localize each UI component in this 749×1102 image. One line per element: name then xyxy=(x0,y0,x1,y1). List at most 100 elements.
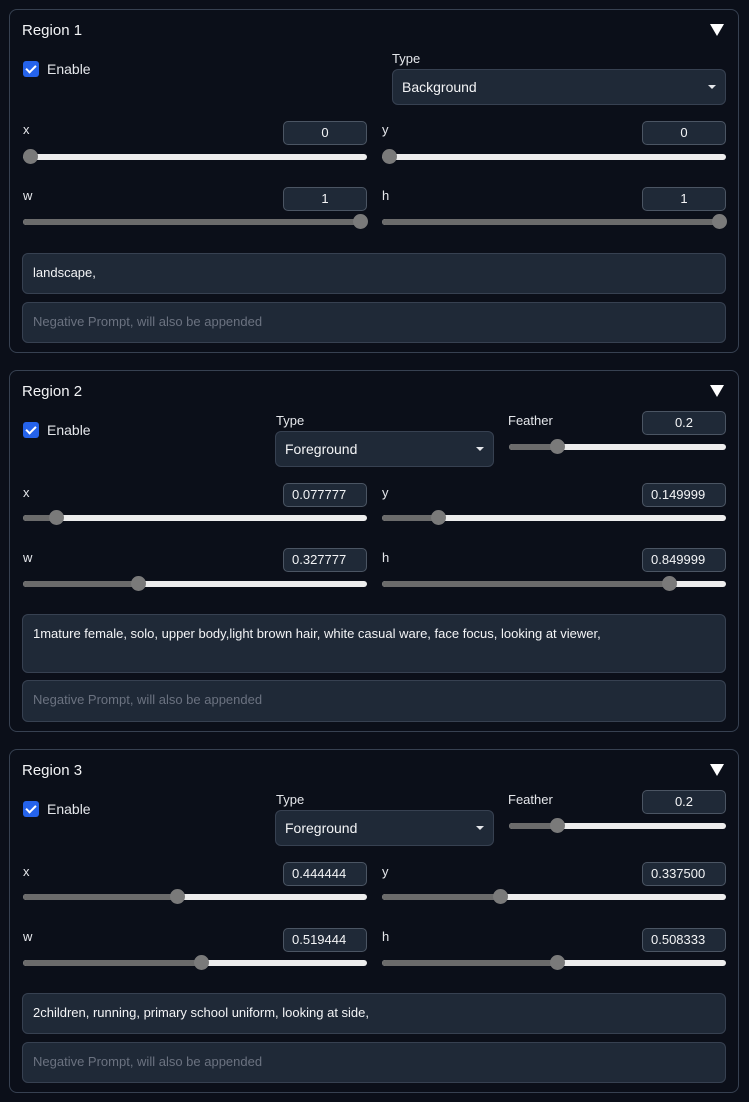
region-title: Region 1 xyxy=(22,22,83,39)
slider-fill xyxy=(382,894,499,900)
h-slider[interactable] xyxy=(382,214,727,230)
w-slider[interactable] xyxy=(23,214,368,230)
y-number-input[interactable]: 0.337500 xyxy=(642,862,726,886)
check-icon[interactable] xyxy=(23,422,39,438)
slider-thumb[interactable] xyxy=(549,818,565,833)
w-number-input[interactable]: 1 xyxy=(283,187,367,211)
y-slider[interactable] xyxy=(382,889,726,905)
w-label: w xyxy=(23,550,33,565)
x-number-input[interactable]: 0.077777 xyxy=(283,483,367,507)
x-label: x xyxy=(23,122,30,137)
chevron-down-icon xyxy=(708,85,716,89)
h-slider[interactable] xyxy=(382,576,726,592)
feather-number-input[interactable]: 0.2 xyxy=(642,411,726,435)
y-number-input[interactable]: 0.149999 xyxy=(642,483,726,507)
x-slider[interactable] xyxy=(23,149,367,165)
type-label: Type xyxy=(392,51,421,66)
type-select-value: Background xyxy=(402,79,477,95)
type-select[interactable]: Background xyxy=(392,69,726,105)
negative-prompt-textarea[interactable]: Negative Prompt, will also be appended xyxy=(22,1042,726,1083)
x-slider[interactable] xyxy=(23,510,367,526)
region-title: Region 2 xyxy=(22,383,83,400)
feather-label: Feather xyxy=(508,792,553,807)
h-number-input[interactable]: 1 xyxy=(642,187,726,211)
slider-thumb[interactable] xyxy=(493,889,509,904)
type-label: Type xyxy=(276,792,305,807)
slider-thumb[interactable] xyxy=(382,149,397,164)
x-slider[interactable] xyxy=(23,889,367,905)
triangle-down-icon[interactable] xyxy=(710,385,724,397)
slider-track[interactable] xyxy=(23,154,367,160)
w-slider[interactable] xyxy=(23,576,367,592)
y-label: y xyxy=(382,122,389,137)
negative-prompt-textarea[interactable]: Negative Prompt, will also be appended xyxy=(22,302,726,343)
slider-fill xyxy=(23,581,136,587)
w-number-input[interactable]: 0.519444 xyxy=(283,928,367,952)
check-icon[interactable] xyxy=(23,801,39,817)
feather-number-input[interactable]: 0.2 xyxy=(642,790,726,814)
slider-thumb[interactable] xyxy=(712,214,727,229)
slider-fill xyxy=(23,960,202,966)
w-slider[interactable] xyxy=(23,955,367,971)
region-title: Region 3 xyxy=(22,762,83,779)
slider-fill xyxy=(382,515,434,521)
y-label: y xyxy=(382,864,389,879)
slider-thumb[interactable] xyxy=(353,214,368,229)
region-2-panel: Region 2 Enable Type Foreground Feather … xyxy=(9,370,739,732)
slider-thumb[interactable] xyxy=(549,439,565,454)
enable-label: Enable xyxy=(47,61,91,77)
slider-fill xyxy=(382,581,675,587)
slider-thumb[interactable] xyxy=(194,955,210,970)
check-icon[interactable] xyxy=(23,61,39,77)
slider-track[interactable] xyxy=(23,515,367,521)
enable-label: Enable xyxy=(47,422,91,438)
h-label: h xyxy=(382,550,390,565)
type-select-value: Foreground xyxy=(285,820,358,836)
x-label: x xyxy=(23,864,30,879)
w-number-input[interactable]: 0.327777 xyxy=(283,548,367,572)
negative-prompt-textarea[interactable]: Negative Prompt, will also be appended xyxy=(22,680,726,722)
x-number-input[interactable]: 0 xyxy=(283,121,367,145)
h-label: h xyxy=(382,188,390,203)
prompt-textarea[interactable]: landscape, xyxy=(22,253,726,294)
h-number-input[interactable]: 0.508333 xyxy=(642,928,726,952)
slider-thumb[interactable] xyxy=(549,955,565,970)
triangle-down-icon[interactable] xyxy=(710,24,724,36)
h-label: h xyxy=(382,929,390,944)
h-slider[interactable] xyxy=(382,955,726,971)
feather-slider[interactable] xyxy=(509,439,726,455)
type-select[interactable]: Foreground xyxy=(275,810,494,846)
slider-thumb[interactable] xyxy=(131,576,147,591)
x-number-input[interactable]: 0.444444 xyxy=(283,862,367,886)
x-label: x xyxy=(23,485,30,500)
enable-checkbox[interactable]: Enable xyxy=(23,801,91,817)
prompt-textarea[interactable]: 2children, running, primary school unifo… xyxy=(22,993,726,1034)
region-3-panel: Region 3 Enable Type Foreground Feather … xyxy=(9,749,739,1093)
chevron-down-icon xyxy=(476,447,484,451)
slider-thumb[interactable] xyxy=(48,510,64,525)
slider-thumb[interactable] xyxy=(169,889,185,904)
enable-checkbox[interactable]: Enable xyxy=(23,61,91,77)
slider-fill xyxy=(509,823,553,829)
y-slider[interactable] xyxy=(382,149,726,165)
w-label: w xyxy=(23,929,33,944)
slider-thumb[interactable] xyxy=(662,576,678,591)
triangle-down-icon[interactable] xyxy=(710,764,724,776)
w-label: w xyxy=(23,188,33,203)
slider-track[interactable] xyxy=(382,154,726,160)
enable-checkbox[interactable]: Enable xyxy=(23,422,91,438)
slider-fill xyxy=(23,219,367,225)
slider-thumb[interactable] xyxy=(431,510,447,525)
prompt-textarea[interactable]: 1mature female, solo, upper body,light b… xyxy=(22,614,726,673)
enable-label: Enable xyxy=(47,801,91,817)
slider-fill xyxy=(382,219,726,225)
h-number-input[interactable]: 0.849999 xyxy=(642,548,726,572)
feather-slider[interactable] xyxy=(509,818,726,834)
y-number-input[interactable]: 0 xyxy=(642,121,726,145)
type-select[interactable]: Foreground xyxy=(275,431,494,467)
slider-thumb[interactable] xyxy=(23,149,38,164)
slider-fill xyxy=(509,444,553,450)
region-1-panel: Region 1 Enable Type Background x 0 y 0 … xyxy=(9,9,739,353)
slider-fill xyxy=(23,515,50,521)
y-slider[interactable] xyxy=(382,510,726,526)
